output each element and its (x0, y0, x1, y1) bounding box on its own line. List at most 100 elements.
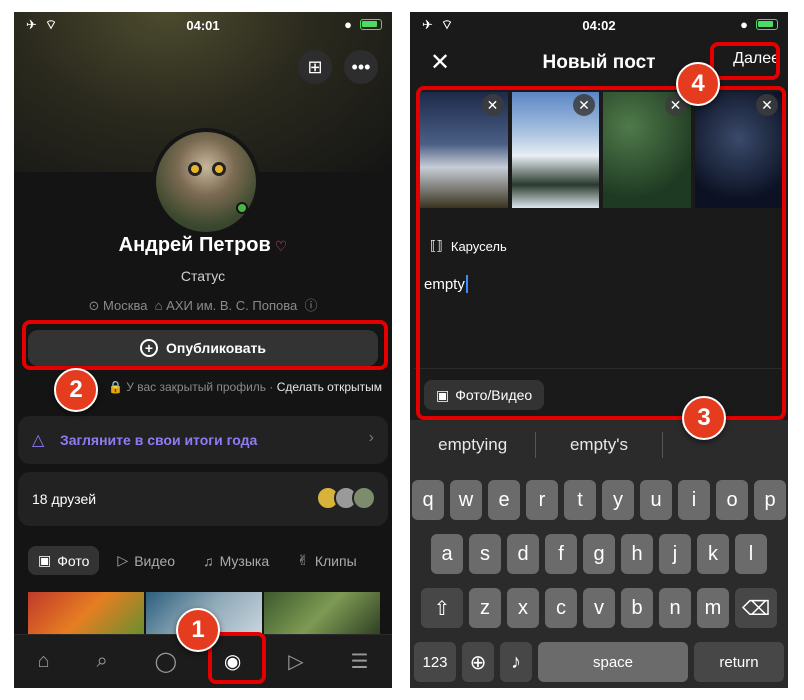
key-p[interactable]: p (754, 480, 786, 520)
keyboard-row-4: 123 ⊕ ♪ space return (410, 642, 788, 682)
key-i[interactable]: i (678, 480, 710, 520)
key-a[interactable]: a (431, 534, 463, 574)
year-summary-label: Загляните в свои итоги года (60, 432, 258, 448)
tab-photo[interactable]: ▣ Фото (28, 546, 100, 575)
photo-icon: ▣ (38, 552, 52, 568)
key-u[interactable]: u (640, 480, 672, 520)
key-t[interactable]: t (564, 480, 596, 520)
suggestion-2[interactable]: empty's (536, 435, 661, 455)
chevron-right-icon: › (368, 429, 374, 446)
person-icon: ● (344, 17, 352, 32)
key-x[interactable]: x (507, 588, 539, 628)
education-icon: ⌂ (154, 298, 163, 313)
key-f[interactable]: f (545, 534, 577, 574)
key-m[interactable]: m (697, 588, 729, 628)
key-k[interactable]: k (697, 534, 729, 574)
spark-icon: △ (32, 432, 45, 449)
info-icon[interactable]: ⓘ (304, 298, 317, 313)
key-j[interactable]: j (659, 534, 691, 574)
grid-icon: ⊞ (307, 56, 323, 77)
key-r[interactable]: r (526, 480, 558, 520)
heart-icon: ♡ (274, 238, 288, 254)
suggestion-1[interactable]: emptying (410, 435, 535, 455)
friends-label: 18 друзей (32, 491, 97, 507)
keyboard-row-2: asdfghjkl (410, 534, 788, 574)
key-e[interactable]: e (488, 480, 520, 520)
closed-profile-text: У вас закрытый профиль (126, 380, 267, 394)
owl-eye-left (188, 162, 202, 176)
keyboard-letters-3: zxcvbnm (469, 588, 729, 628)
highlight-publish (22, 320, 388, 370)
key-v[interactable]: v (583, 588, 615, 628)
more-dots-icon: ••• (351, 56, 371, 77)
make-open-link[interactable]: Сделать открытым (277, 380, 382, 394)
key-n[interactable]: n (659, 588, 691, 628)
return-key[interactable]: return (694, 642, 784, 682)
key-h[interactable]: h (621, 534, 653, 574)
step-badge-1: 1 (176, 608, 220, 652)
messages-icon[interactable]: ◯ (155, 649, 177, 674)
step-badge-3: 3 (682, 396, 726, 440)
owl-eye-right (212, 162, 226, 176)
video-icon[interactable]: ▷ (288, 649, 303, 674)
space-key[interactable]: space (538, 642, 688, 682)
university-text: АХИ им. В. С. Попова (166, 298, 298, 313)
photo-thumb[interactable] (264, 592, 380, 634)
friends-card[interactable]: 18 друзей (18, 472, 388, 526)
online-indicator (236, 202, 248, 214)
key-b[interactable]: b (621, 588, 653, 628)
mic-key[interactable]: ♪ (500, 642, 532, 682)
keyboard: emptying empty's qwertyuiop asdfghjkl ⇧ … (410, 420, 788, 688)
globe-key[interactable]: ⊕ (462, 642, 494, 682)
keyboard-row-1: qwertyuiop (410, 480, 788, 520)
friend-avatars (316, 486, 376, 510)
step-badge-2: 2 (54, 368, 98, 412)
person-icon: ● (740, 17, 748, 32)
menu-icon[interactable]: ☰ (351, 649, 369, 674)
backspace-key[interactable]: ⌫ (735, 588, 777, 628)
friend-avatar (352, 486, 376, 510)
shift-key[interactable]: ⇧ (421, 588, 463, 628)
shift-icon: ⇧ (433, 597, 451, 620)
music-icon: ♫ (203, 552, 214, 569)
key-q[interactable]: q (412, 480, 444, 520)
microphone-icon: ♪ (511, 650, 521, 673)
numbers-key[interactable]: 123 (414, 642, 456, 682)
suggestion-divider (661, 432, 663, 458)
key-o[interactable]: o (716, 480, 748, 520)
tab-music[interactable]: ♫ Музыка (193, 546, 279, 575)
key-g[interactable]: g (583, 534, 615, 574)
keyboard-row-3: ⇧ zxcvbnm ⌫ (410, 588, 788, 628)
location-icon: ⊙ (88, 298, 100, 313)
key-w[interactable]: w (450, 480, 482, 520)
tab-clips[interactable]: ✌ Клипы (287, 546, 367, 575)
key-z[interactable]: z (469, 588, 501, 628)
suggestion-bar: emptying empty's (410, 420, 788, 470)
avatar[interactable] (152, 128, 260, 236)
location-text: Москва (103, 298, 148, 313)
search-icon[interactable]: ⌕ (96, 650, 107, 673)
globe-icon: ⊕ (469, 651, 487, 674)
status-text[interactable]: Статус (14, 268, 392, 284)
key-s[interactable]: s (469, 534, 501, 574)
battery-icon (360, 19, 382, 30)
home-icon[interactable]: ⌂ (37, 650, 49, 673)
status-bar: ✈ ⌔ 04:01 ● (14, 12, 392, 38)
tab-video[interactable]: ▷ Видео (107, 546, 185, 575)
profile-name: Андрей Петров ♡ (118, 234, 288, 256)
more-button[interactable]: ••• (344, 50, 378, 84)
key-l[interactable]: l (735, 534, 767, 574)
key-d[interactable]: d (507, 534, 539, 574)
status-time: 04:01 (186, 18, 220, 33)
key-y[interactable]: y (602, 480, 634, 520)
lock-icon: 🔒 (108, 380, 123, 394)
profile-meta: ⊙ Москва ⌂ АХИ им. В. С. Попова ⓘ (14, 295, 392, 314)
highlight-post-editor (416, 86, 786, 420)
highlight-next (710, 42, 780, 80)
year-summary-card[interactable]: △ Загляните в свои итоги года › (18, 416, 388, 464)
apps-grid-button[interactable]: ⊞ (298, 50, 332, 84)
media-tabs: ▣ Фото ▷ Видео ♫ Музыка ✌ Клипы (28, 546, 367, 575)
photo-thumb[interactable] (28, 592, 144, 634)
play-icon: ▷ (117, 552, 129, 568)
key-c[interactable]: c (545, 588, 577, 628)
